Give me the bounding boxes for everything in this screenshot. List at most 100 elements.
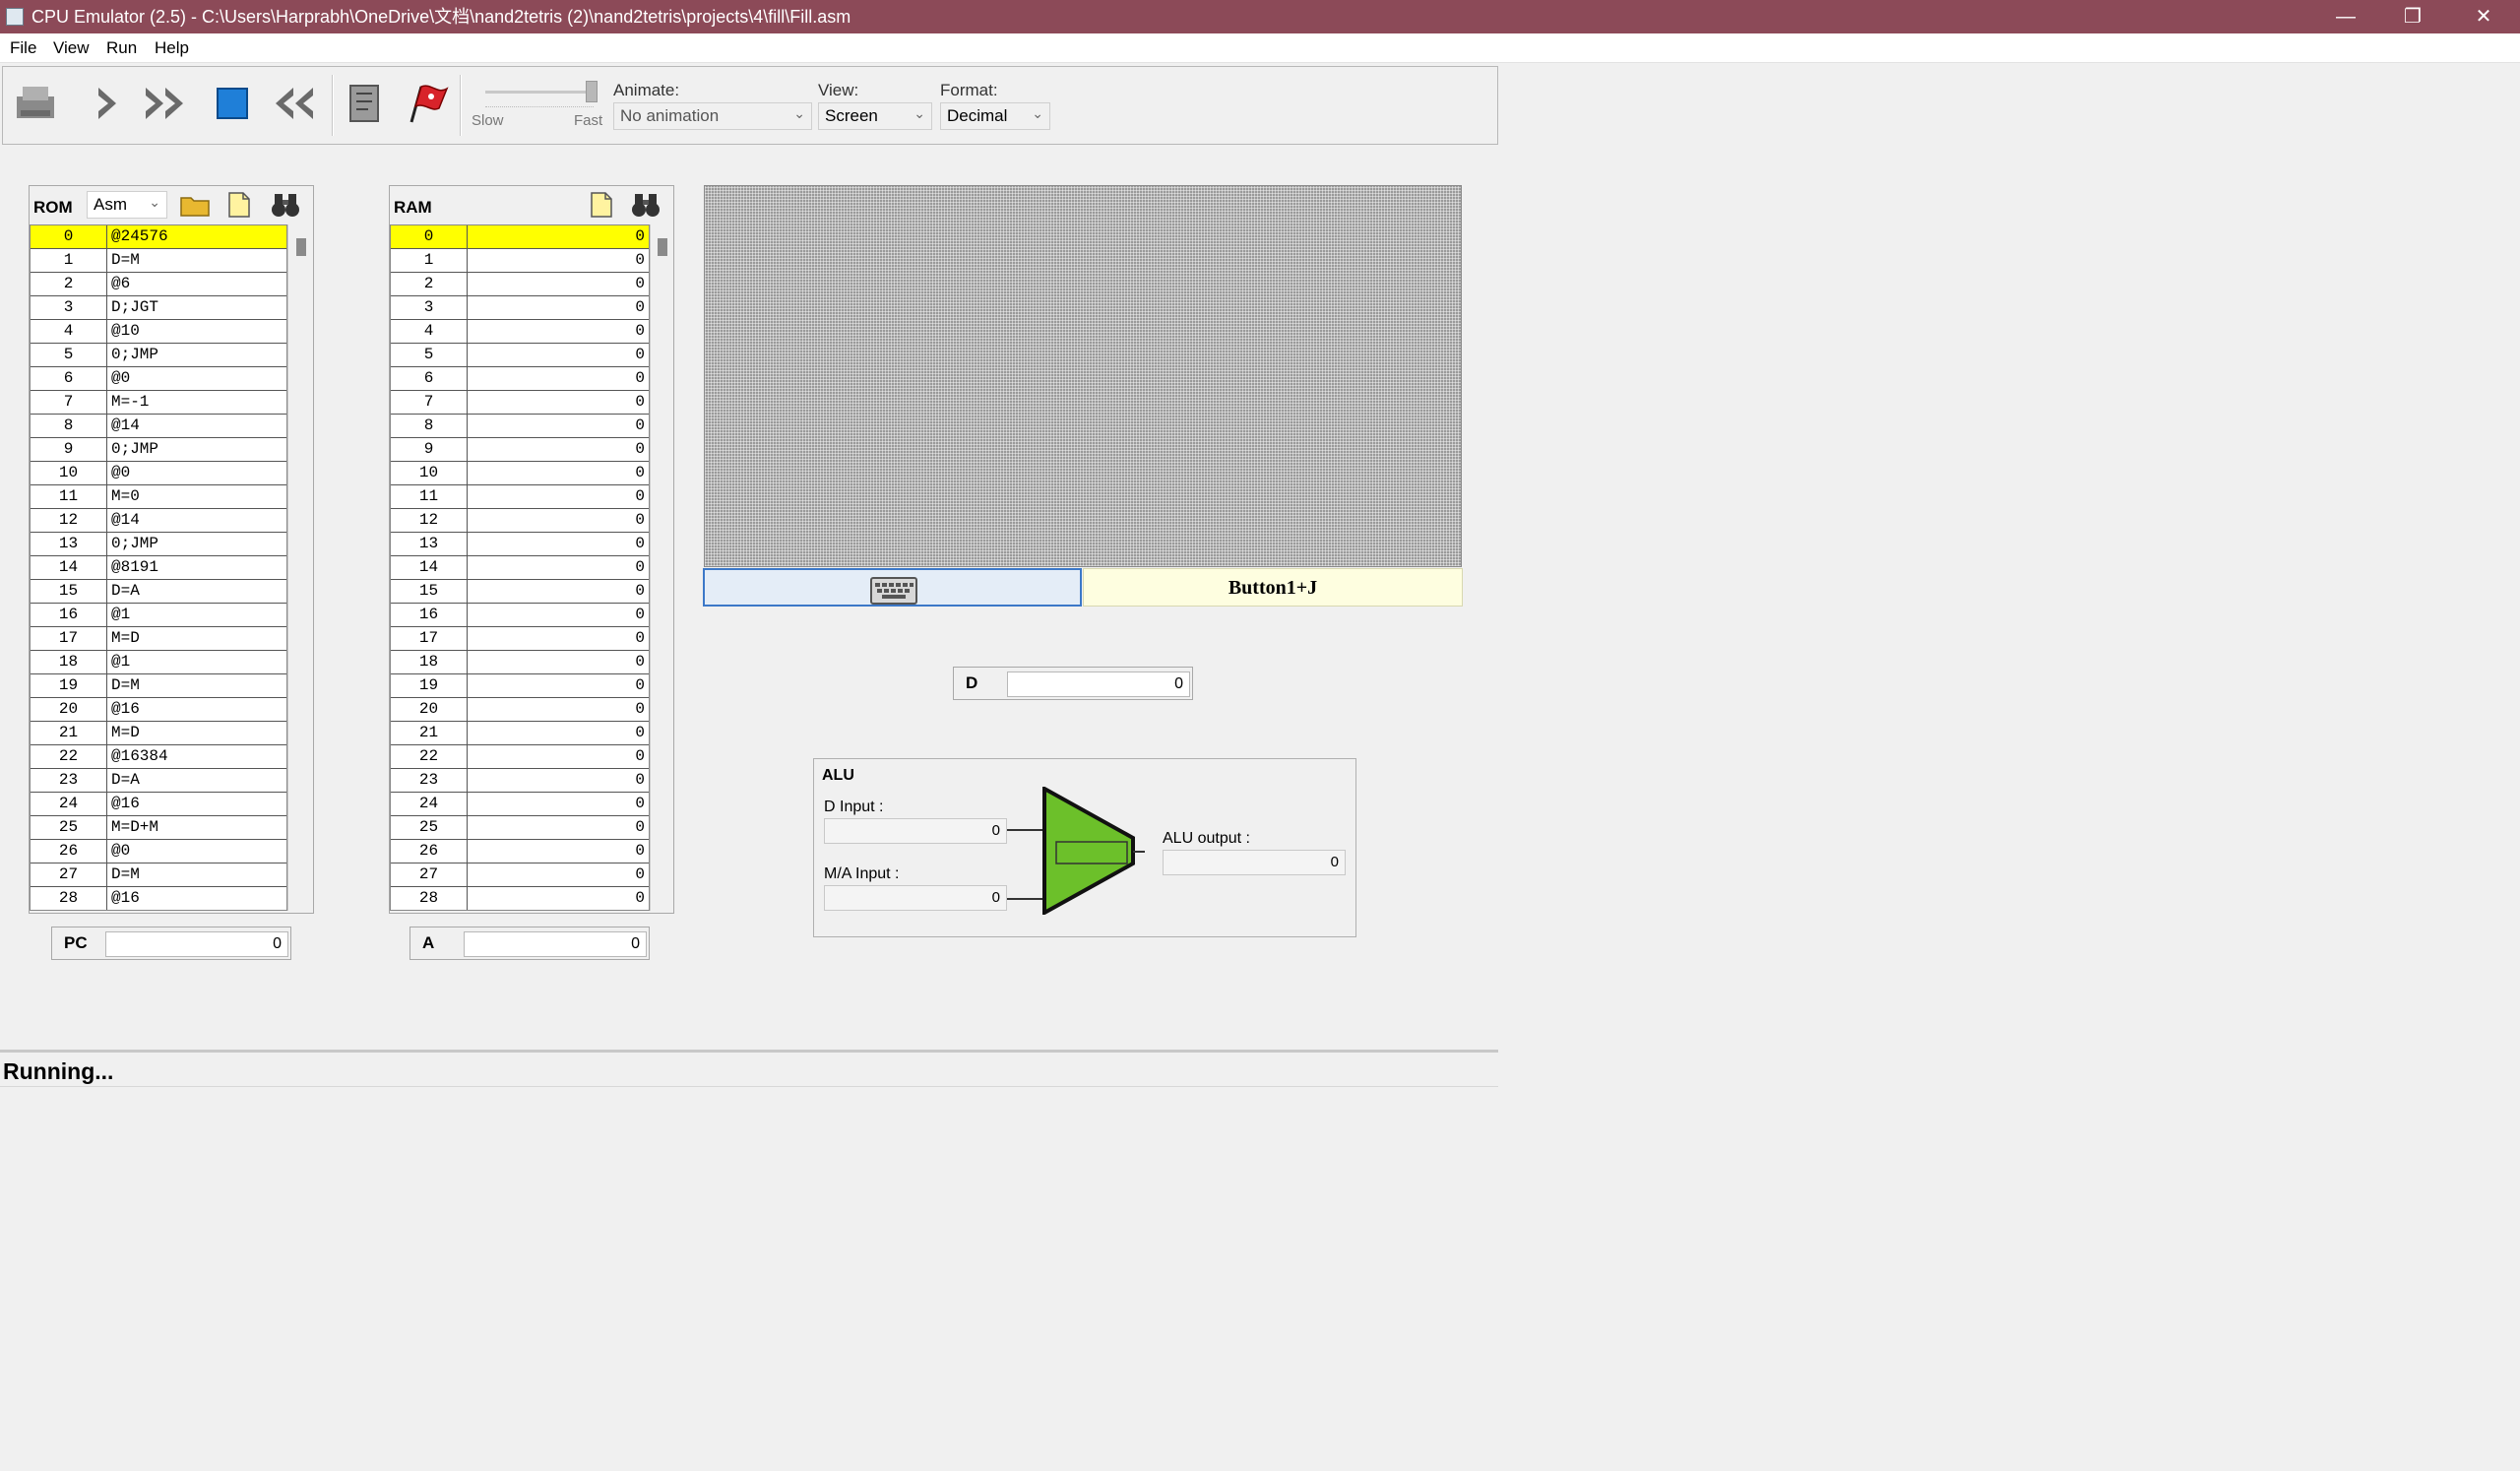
- rom-value-cell[interactable]: @1: [107, 651, 286, 674]
- ram-table[interactable]: 0 0 1 0 2 0 3 0 4 0 5 0 6 0 7 0 8 0 9 0 10 0 11 0 12 0 13 0 14 0 15 0 16…: [390, 224, 650, 911]
- rom-value-cell[interactable]: D;JGT: [107, 296, 286, 320]
- rom-row[interactable]: 22 @16384: [31, 745, 286, 769]
- rom-row[interactable]: 4 @10: [31, 320, 286, 344]
- slider-thumb[interactable]: [586, 81, 598, 102]
- ram-row[interactable]: 24 0: [391, 793, 649, 816]
- ram-value-cell[interactable]: 0: [468, 556, 649, 580]
- load-program-button[interactable]: [9, 77, 62, 130]
- rom-value-cell[interactable]: D=A: [107, 580, 286, 604]
- rom-row[interactable]: 7 M=-1: [31, 391, 286, 415]
- rom-row[interactable]: 12 @14: [31, 509, 286, 533]
- rom-value-cell[interactable]: M=D: [107, 722, 286, 745]
- rom-value-cell[interactable]: D=M: [107, 249, 286, 273]
- animate-select[interactable]: No animation ⌄: [613, 102, 812, 130]
- rom-new-button[interactable]: [224, 190, 254, 220]
- ram-row[interactable]: 23 0: [391, 769, 649, 793]
- pc-value-field[interactable]: 0: [105, 931, 288, 957]
- ram-value-cell[interactable]: 0: [468, 344, 649, 367]
- rom-scroll-thumb[interactable]: [296, 238, 306, 256]
- rom-value-cell[interactable]: @16384: [107, 745, 286, 769]
- rom-row[interactable]: 27 D=M: [31, 863, 286, 887]
- rom-value-cell[interactable]: @16: [107, 698, 286, 722]
- ram-search-button[interactable]: [630, 190, 662, 220]
- ram-value-cell[interactable]: 0: [468, 816, 649, 840]
- ram-row[interactable]: 20 0: [391, 698, 649, 722]
- ram-value-cell[interactable]: 0: [468, 863, 649, 887]
- ram-value-cell[interactable]: 0: [468, 249, 649, 273]
- rom-row[interactable]: 5 0;JMP: [31, 344, 286, 367]
- reset-button[interactable]: [267, 77, 320, 130]
- ram-value-cell[interactable]: 0: [468, 604, 649, 627]
- ram-value-cell[interactable]: 0: [468, 320, 649, 344]
- ram-value-cell[interactable]: 0: [468, 745, 649, 769]
- ram-scrollbar[interactable]: [650, 224, 673, 911]
- rom-value-cell[interactable]: @14: [107, 509, 286, 533]
- ram-row[interactable]: 15 0: [391, 580, 649, 604]
- ram-row[interactable]: 90: [391, 438, 649, 462]
- rom-format-select[interactable]: Asm ⌄: [87, 191, 167, 219]
- rom-row[interactable]: 2 @6: [31, 273, 286, 296]
- ram-value-cell[interactable]: 0: [468, 793, 649, 816]
- ram-value-cell[interactable]: 0: [468, 580, 649, 604]
- rom-value-cell[interactable]: D=M: [107, 863, 286, 887]
- ram-row[interactable]: 16 0: [391, 604, 649, 627]
- single-step-button[interactable]: [82, 77, 135, 130]
- rom-value-cell[interactable]: 0;JMP: [107, 533, 286, 556]
- rom-row[interactable]: 9 0;JMP: [31, 438, 286, 462]
- stop-button[interactable]: [206, 77, 259, 130]
- rom-row[interactable]: 14 @8191: [31, 556, 286, 580]
- d-value-field[interactable]: 0: [1007, 672, 1190, 697]
- rom-row[interactable]: 26 @0: [31, 840, 286, 863]
- rom-row[interactable]: 17 M=D: [31, 627, 286, 651]
- ram-value-cell[interactable]: 0: [468, 367, 649, 391]
- ram-value-cell[interactable]: 0: [468, 887, 649, 910]
- rom-value-cell[interactable]: M=D+M: [107, 816, 286, 840]
- ram-value-cell[interactable]: 0: [468, 273, 649, 296]
- ram-row[interactable]: 50: [391, 344, 649, 367]
- rom-value-cell[interactable]: @16: [107, 793, 286, 816]
- rom-value-cell[interactable]: @24576: [107, 225, 286, 249]
- rom-row[interactable]: 25 M=D+M: [31, 816, 286, 840]
- ram-row[interactable]: 11 0: [391, 485, 649, 509]
- rom-row[interactable]: 18 @1: [31, 651, 286, 674]
- ram-value-cell[interactable]: 0: [468, 698, 649, 722]
- ram-row[interactable]: 30: [391, 296, 649, 320]
- rom-row[interactable]: 21 M=D: [31, 722, 286, 745]
- ram-row[interactable]: 12 0: [391, 509, 649, 533]
- rom-row[interactable]: 6 @0: [31, 367, 286, 391]
- rom-value-cell[interactable]: 0;JMP: [107, 344, 286, 367]
- format-select[interactable]: Decimal ⌄: [940, 102, 1050, 130]
- rom-row[interactable]: 20 @16: [31, 698, 286, 722]
- rom-row[interactable]: 1 D=M: [31, 249, 286, 273]
- ram-value-cell[interactable]: 0: [468, 415, 649, 438]
- menu-help[interactable]: Help: [155, 38, 189, 58]
- rom-value-cell[interactable]: D=A: [107, 769, 286, 793]
- ram-value-cell[interactable]: 0: [468, 509, 649, 533]
- ram-new-button[interactable]: [587, 190, 616, 220]
- ram-row[interactable]: 22 0: [391, 745, 649, 769]
- menu-view[interactable]: View: [53, 38, 90, 58]
- rom-row[interactable]: 13 0;JMP: [31, 533, 286, 556]
- rom-scrollbar[interactable]: [287, 224, 313, 911]
- rom-row[interactable]: 0 @24576: [31, 225, 286, 249]
- rom-row[interactable]: 24 @16: [31, 793, 286, 816]
- breakpoints-button[interactable]: [399, 77, 452, 130]
- rom-value-cell[interactable]: 0;JMP: [107, 438, 286, 462]
- ram-row[interactable]: 60: [391, 367, 649, 391]
- ram-value-cell[interactable]: 0: [468, 769, 649, 793]
- rom-row[interactable]: 11 M=0: [31, 485, 286, 509]
- ram-value-cell[interactable]: 0: [468, 391, 649, 415]
- ram-row[interactable]: 10 0: [391, 462, 649, 485]
- ram-row[interactable]: 21 0: [391, 722, 649, 745]
- rom-row[interactable]: 23 D=A: [31, 769, 286, 793]
- rom-value-cell[interactable]: @14: [107, 415, 286, 438]
- keyboard-icon[interactable]: [870, 577, 917, 605]
- ram-value-cell[interactable]: 0: [468, 840, 649, 863]
- speed-slider[interactable]: [485, 81, 603, 107]
- ram-row[interactable]: 80: [391, 415, 649, 438]
- rom-value-cell[interactable]: @8191: [107, 556, 286, 580]
- script-button[interactable]: [338, 77, 391, 130]
- ram-row[interactable]: 26 0: [391, 840, 649, 863]
- rom-value-cell[interactable]: D=M: [107, 674, 286, 698]
- a-value-field[interactable]: 0: [464, 931, 647, 957]
